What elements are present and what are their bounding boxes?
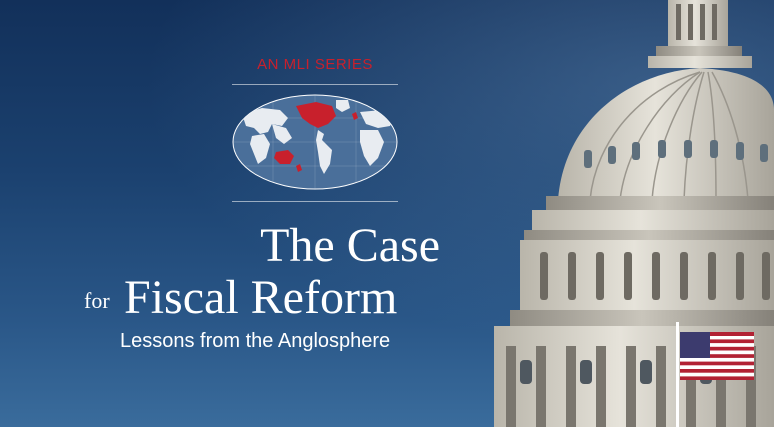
divider-top	[232, 84, 398, 85]
title-line-2: Fiscal Reform	[124, 271, 398, 324]
subtitle: Lessons from the Anglosphere	[120, 330, 391, 352]
series-label: AN MLI SERIES	[257, 56, 373, 73]
world-map-icon	[232, 94, 398, 190]
title-connector: for	[84, 288, 110, 313]
divider-bottom	[232, 201, 398, 202]
promo-banner: AN MLI SERIES The Case for Fiscal Reform…	[0, 0, 774, 427]
title-line-1: The Case	[260, 219, 440, 272]
capitol-dome-image	[494, 0, 774, 427]
